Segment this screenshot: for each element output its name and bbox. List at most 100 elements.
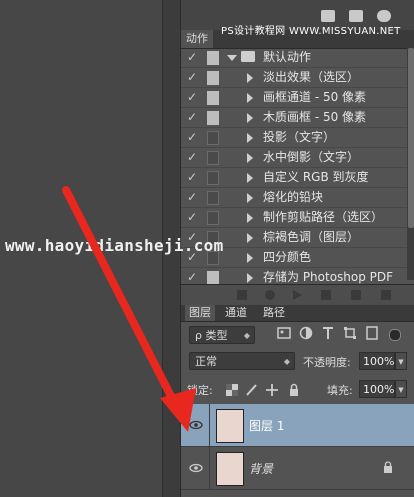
new-set-icon[interactable]: [321, 290, 331, 300]
filter-row: ρ 类型 ◆: [181, 325, 414, 345]
eye-icon[interactable]: [189, 461, 203, 475]
action-row[interactable]: ✓ 画框通道 - 50 像素: [181, 88, 407, 108]
info-icon[interactable]: [377, 10, 391, 22]
fill-arrow-icon[interactable]: ▼: [395, 380, 407, 398]
stamp-icon[interactable]: [321, 10, 335, 22]
action-set-label: 默认动作: [263, 50, 312, 64]
opacity-label: 不透明度:: [303, 356, 351, 369]
dialog-toggle-icon[interactable]: [207, 131, 219, 145]
action-label: 水中倒影（文字）: [263, 150, 360, 164]
action-label: 熔化的铅块: [263, 190, 324, 204]
check-icon[interactable]: ✓: [187, 170, 199, 184]
expand-right-icon[interactable]: [247, 233, 253, 243]
action-label: 木质画框 - 50 像素: [263, 110, 367, 124]
check-icon[interactable]: ✓: [187, 130, 199, 144]
check-icon[interactable]: ✓: [187, 70, 199, 84]
action-row[interactable]: ✓ 水中倒影（文字）: [181, 148, 407, 168]
lock-row: 锁定: 填充: 100% ▼: [181, 380, 414, 400]
layer-name[interactable]: 背景: [249, 460, 273, 477]
expand-right-icon[interactable]: [247, 113, 253, 123]
action-row[interactable]: ✓ 制作剪贴路径（选区）: [181, 208, 407, 228]
action-row[interactable]: ✓ 自定义 RGB 到灰度: [181, 168, 407, 188]
blend-mode-dropdown[interactable]: 正常 ◆: [189, 352, 295, 370]
dialog-toggle-icon[interactable]: [207, 151, 219, 165]
actions-scrollbar[interactable]: [407, 48, 414, 280]
expand-right-icon[interactable]: [247, 273, 253, 283]
expand-right-icon[interactable]: [247, 173, 253, 183]
action-label: 投影（文字）: [263, 130, 336, 144]
expand-right-icon[interactable]: [247, 193, 253, 203]
layer-row-layer1[interactable]: 图层 1: [181, 404, 414, 447]
expand-down-icon[interactable]: [227, 55, 237, 61]
dialog-toggle-icon[interactable]: [207, 71, 219, 85]
stop-icon[interactable]: [237, 290, 247, 300]
opacity-input[interactable]: 100%: [359, 352, 395, 370]
dialog-toggle-icon[interactable]: [207, 271, 219, 285]
check-icon[interactable]: ✓: [187, 50, 199, 64]
action-label: 四分颜色: [263, 250, 312, 264]
expand-right-icon[interactable]: [247, 133, 253, 143]
action-row[interactable]: ✓ 淡出效果（选区）: [181, 68, 407, 88]
dialog-toggle-icon[interactable]: [207, 91, 219, 105]
fill-input[interactable]: 100%: [359, 380, 395, 398]
expand-right-icon[interactable]: [247, 73, 253, 83]
actions-footer: [181, 284, 414, 305]
check-icon[interactable]: ✓: [187, 210, 199, 224]
layer-thumbnail: [216, 452, 244, 486]
pixel-filter-icon[interactable]: [277, 326, 291, 340]
action-label: 自定义 RGB 到灰度: [263, 170, 369, 184]
tab-actions[interactable]: 动作: [181, 30, 213, 48]
action-label: 画框通道 - 50 像素: [263, 90, 367, 104]
record-icon[interactable]: [265, 290, 275, 300]
lock-all-icon[interactable]: [287, 383, 301, 397]
check-icon[interactable]: ✓: [187, 110, 199, 124]
check-icon[interactable]: ✓: [187, 150, 199, 164]
blend-row: 正常 ◆ 不透明度: 100% ▼: [181, 352, 414, 372]
dialog-toggle-icon[interactable]: [207, 191, 219, 205]
action-row[interactable]: ✓ 投影（文字）: [181, 128, 407, 148]
dialog-toggle-icon[interactable]: [207, 211, 219, 225]
play-icon[interactable]: [293, 290, 302, 300]
action-label: 淡出效果（选区）: [263, 70, 360, 84]
filter-kind-dropdown[interactable]: ρ 类型 ◆: [189, 326, 255, 344]
filter-toggle[interactable]: [389, 329, 401, 341]
lock-transparent-icon[interactable]: [225, 383, 239, 397]
eye-icon[interactable]: [189, 418, 203, 432]
expand-right-icon[interactable]: [247, 153, 253, 163]
action-label: 制作剪贴路径（选区）: [263, 210, 384, 224]
fill-label: 填充:: [327, 384, 353, 397]
blend-mode-label: 正常: [195, 355, 217, 368]
new-action-icon[interactable]: [351, 290, 361, 300]
action-row[interactable]: ✓ 熔化的铅块: [181, 188, 407, 208]
tab-paths[interactable]: 路径: [259, 305, 289, 321]
adjustment-filter-icon[interactable]: [299, 326, 313, 340]
dialog-toggle-icon[interactable]: [207, 111, 219, 125]
action-label: 棕褐色调（图层）: [263, 230, 360, 244]
watermark-url: www.haoyidiansheji.com: [5, 236, 224, 255]
layer-row-background[interactable]: 背景: [181, 447, 414, 490]
expand-right-icon[interactable]: [247, 93, 253, 103]
layer-name[interactable]: 图层 1: [249, 417, 284, 434]
action-set-row[interactable]: ✓ 默认动作: [181, 48, 407, 68]
type-filter-icon[interactable]: [321, 326, 335, 340]
dialog-toggle-icon[interactable]: [207, 51, 219, 65]
filter-kind-label: ρ 类型: [195, 329, 228, 342]
check-icon[interactable]: ✓: [187, 270, 199, 284]
camera-icon[interactable]: [349, 10, 363, 22]
dialog-toggle-icon[interactable]: [207, 171, 219, 185]
check-icon[interactable]: ✓: [187, 190, 199, 204]
lock-image-icon[interactable]: [245, 383, 259, 397]
expand-right-icon[interactable]: [247, 253, 253, 263]
action-row[interactable]: ✓ 木质画框 - 50 像素: [181, 108, 407, 128]
smart-object-filter-icon[interactable]: [365, 326, 379, 340]
opacity-arrow-icon[interactable]: ▼: [395, 352, 407, 370]
tab-layers[interactable]: 图层: [185, 305, 215, 321]
check-icon[interactable]: ✓: [187, 90, 199, 104]
scroll-thumb[interactable]: [408, 48, 414, 228]
lock-position-icon[interactable]: [265, 383, 279, 397]
tab-channels[interactable]: 通道: [221, 305, 251, 321]
shape-filter-icon[interactable]: [343, 326, 357, 340]
lock-label: 锁定:: [187, 384, 213, 397]
delete-icon[interactable]: [381, 290, 391, 300]
expand-right-icon[interactable]: [247, 213, 253, 223]
